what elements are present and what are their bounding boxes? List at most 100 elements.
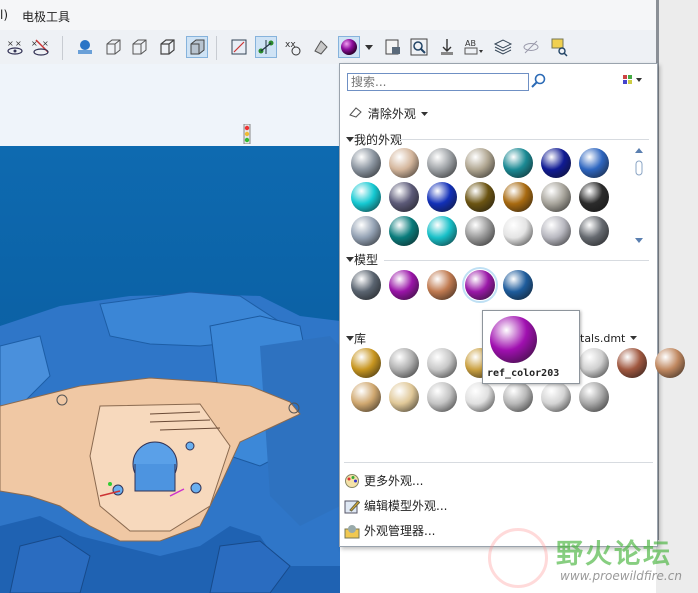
render-icon[interactable] <box>382 36 404 58</box>
library-appearance-swatch[interactable] <box>427 348 457 378</box>
menu-item-electrode-tools[interactable]: 电极工具 <box>22 8 70 25</box>
svg-text:×: × <box>42 39 49 48</box>
forum-watermark: 野火论坛 www.proewildfire.cn <box>488 528 698 593</box>
model-appearance-swatch[interactable] <box>503 270 533 300</box>
find-icon[interactable] <box>548 36 570 58</box>
zoom-fit-icon[interactable] <box>408 36 430 58</box>
library-appearance-swatch[interactable] <box>427 382 457 412</box>
chevron-down-icon <box>420 112 428 116</box>
clear-appearance-label: 清除外观 <box>367 107 416 121</box>
hide-datum-icon[interactable]: × × <box>4 36 26 58</box>
appearance-manager-icon <box>344 523 360 539</box>
my-appearance-swatch[interactable] <box>579 148 609 178</box>
edit-model-appearance-button[interactable]: 编辑模型外观... <box>344 497 447 514</box>
more-appearances-label: 更多外观... <box>364 474 424 488</box>
clear-appearance-button[interactable]: 清除外观 <box>348 105 430 122</box>
search-input[interactable] <box>347 73 529 91</box>
more-appearances-button[interactable]: 更多外观... <box>344 472 423 489</box>
dropdown-arrow-icon[interactable] <box>362 36 376 58</box>
library-appearance-swatch[interactable] <box>655 348 685 378</box>
model-appearance-swatch[interactable] <box>389 270 419 300</box>
my-appearance-swatch[interactable] <box>389 182 419 212</box>
my-appearance-swatch[interactable] <box>541 182 571 212</box>
library-appearance-swatch[interactable] <box>541 382 571 412</box>
my-appearance-swatch[interactable] <box>351 148 381 178</box>
view-options-icon[interactable] <box>623 74 647 89</box>
section-my-appearances[interactable]: 我的外观 <box>346 131 402 148</box>
my-appearance-swatch[interactable] <box>465 148 495 178</box>
my-appearance-swatch[interactable] <box>427 216 457 246</box>
watermark-url: www.proewildfire.cn <box>560 569 682 583</box>
my-appearance-swatch[interactable] <box>579 216 609 246</box>
tooltip-sphere-preview <box>490 316 537 363</box>
section-model[interactable]: 模型 <box>346 251 378 268</box>
unhide-datum-icon[interactable]: × × <box>30 36 52 58</box>
watermark-title: 野火论坛 <box>556 539 672 570</box>
spin-center-icon[interactable] <box>436 36 458 58</box>
svg-text:xx: xx <box>285 40 296 50</box>
my-appearance-swatch[interactable] <box>541 216 571 246</box>
library-file-label: tals.dmt <box>580 332 626 345</box>
library-appearance-swatch[interactable] <box>579 382 609 412</box>
menu-bar: l) 电极工具 <box>0 0 656 30</box>
search-icon[interactable] <box>530 73 546 93</box>
my-appearance-swatch[interactable] <box>579 182 609 212</box>
svg-text:AB: AB <box>465 39 476 48</box>
collapse-triangle-icon <box>346 336 354 341</box>
chevron-down-icon <box>629 336 637 340</box>
my-appearance-swatch[interactable] <box>389 216 419 246</box>
model-appearance-swatch[interactable] <box>351 270 381 300</box>
menu-item-partial[interactable]: l) <box>0 8 8 22</box>
library-appearance-swatch[interactable] <box>617 348 647 378</box>
gallery-scrollbar[interactable] <box>633 146 645 246</box>
watermark-logo <box>488 528 548 588</box>
library-appearance-swatch[interactable] <box>351 382 381 412</box>
library-appearance-swatch[interactable] <box>503 382 533 412</box>
axis-display-icon[interactable] <box>255 36 277 58</box>
layers-icon[interactable] <box>492 36 514 58</box>
sub-toolbar <box>0 64 340 146</box>
named-view-icon[interactable] <box>74 36 96 58</box>
my-appearance-swatch[interactable] <box>503 182 533 212</box>
library-appearance-swatch[interactable] <box>579 348 609 378</box>
my-appearance-swatch[interactable] <box>427 148 457 178</box>
appearance-gallery-icon[interactable] <box>338 36 360 58</box>
my-appearance-swatch[interactable] <box>465 216 495 246</box>
my-appearance-swatch[interactable] <box>351 216 381 246</box>
point-display-icon[interactable]: xx <box>283 36 305 58</box>
hide-icon[interactable] <box>520 36 542 58</box>
my-appearance-swatch[interactable] <box>389 148 419 178</box>
section-title: 模型 <box>354 253 379 267</box>
section-divider <box>400 139 649 140</box>
library-file-selector[interactable]: tals.dmt <box>580 332 639 345</box>
tooltip-appearance-name: ref_color203 <box>487 368 560 379</box>
model-appearance-swatch[interactable] <box>427 270 457 300</box>
appearance-manager-label: 外观管理器... <box>364 524 436 538</box>
model-appearance-swatch[interactable] <box>462 267 498 303</box>
section-divider <box>344 462 653 463</box>
library-appearance-swatch[interactable] <box>465 382 495 412</box>
library-appearance-swatch[interactable] <box>389 382 419 412</box>
view-wireframe-icon[interactable] <box>102 36 124 58</box>
edit-appearance-icon <box>344 498 361 514</box>
my-appearance-swatch[interactable] <box>541 148 571 178</box>
my-appearance-swatch[interactable] <box>503 216 533 246</box>
appearance-manager-button[interactable]: 外观管理器... <box>344 522 435 539</box>
collapse-triangle-icon <box>346 137 354 142</box>
annotation-icon[interactable]: AB <box>462 36 484 58</box>
csys-display-icon[interactable] <box>310 36 332 58</box>
my-appearance-swatch[interactable] <box>503 148 533 178</box>
graphics-viewport[interactable] <box>0 146 340 593</box>
view-shaded-icon[interactable] <box>186 36 208 58</box>
my-appearance-swatch[interactable] <box>465 182 495 212</box>
appearance-gallery-panel: 清除外观 我的外观 模型 库 tals.dmt ref_color203 更多外… <box>339 63 685 547</box>
library-appearance-swatch[interactable] <box>351 348 381 378</box>
section-library[interactable]: 库 <box>346 330 366 347</box>
my-appearance-swatch[interactable] <box>427 182 457 212</box>
view-no-hidden-icon[interactable] <box>156 36 178 58</box>
section-divider <box>384 260 649 261</box>
plane-display-icon[interactable] <box>228 36 250 58</box>
library-appearance-swatch[interactable] <box>389 348 419 378</box>
my-appearance-swatch[interactable] <box>351 182 381 212</box>
view-hidden-icon[interactable] <box>128 36 150 58</box>
